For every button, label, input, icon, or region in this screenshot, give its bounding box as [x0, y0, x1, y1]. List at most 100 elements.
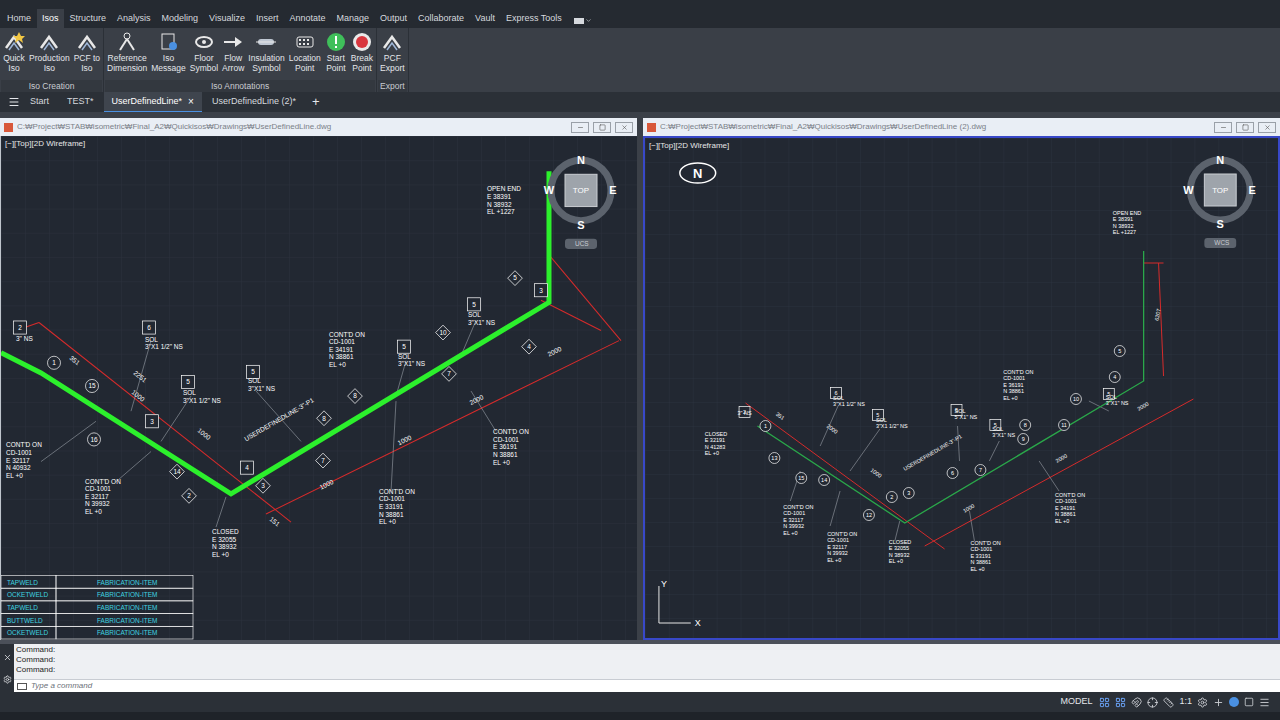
- viewport-window[interactable]: C:₩Project₩STAB₩isometric₩Final_A2₩Quick…: [643, 118, 1280, 640]
- marker[interactable]: 4: [522, 339, 537, 354]
- add-icon[interactable]: [1213, 697, 1224, 708]
- ribbon-button[interactable]: PCF toIso: [72, 31, 102, 73]
- ribbon-tab[interactable]: Home: [2, 9, 36, 29]
- marker[interactable]: 13: [769, 453, 780, 464]
- window-button[interactable]: [1214, 122, 1232, 133]
- ribbon-button[interactable]: IsoMessage: [149, 31, 188, 73]
- ribbon-button[interactable]: FlowArrow: [220, 31, 246, 73]
- file-tab[interactable]: Start: [22, 92, 57, 112]
- view-label[interactable]: [−][Top][2D Wireframe]: [649, 140, 729, 152]
- drawing-canvas[interactable]: 3512251100010002000200010001000151USERDE…: [1, 136, 637, 640]
- marker[interactable]: 8: [1020, 420, 1031, 431]
- ribbon-tab[interactable]: Express Tools: [501, 9, 567, 29]
- ribbon-tab[interactable]: Output: [375, 9, 412, 29]
- marker[interactable]: 14: [819, 475, 830, 486]
- pipe-line[interactable]: [757, 251, 1143, 523]
- file-tab[interactable]: UserDefinedLine*×: [104, 92, 202, 112]
- marker[interactable]: 5: [398, 340, 411, 353]
- marker[interactable]: 15: [796, 473, 807, 484]
- ribbon-button[interactable]: StartPoint: [323, 31, 349, 73]
- menu-icon[interactable]: [8, 96, 20, 108]
- pipe-line[interactable]: [1, 171, 549, 494]
- ribbon-tab[interactable]: Collaborate: [413, 9, 469, 29]
- model-space-button[interactable]: MODEL: [1060, 695, 1092, 709]
- marker[interactable]: 1: [760, 421, 771, 432]
- status-toggle-icon[interactable]: [1147, 697, 1158, 708]
- window-button[interactable]: [571, 122, 589, 133]
- ribbon-tab[interactable]: Insert: [251, 9, 284, 29]
- ribbon-button[interactable]: ProductionIso: [27, 31, 72, 73]
- marker[interactable]: 3: [535, 284, 548, 297]
- ribbon-tab[interactable]: Visualize: [204, 9, 250, 29]
- viewport-title-bar[interactable]: C:₩Project₩STAB₩isometric₩Final_A2₩Quick…: [643, 118, 1280, 136]
- marker[interactable]: 12: [863, 510, 874, 521]
- annotation-scale[interactable]: 1:1: [1179, 695, 1192, 709]
- marker[interactable]: 16: [88, 433, 101, 446]
- marker[interactable]: 6: [947, 468, 958, 479]
- marker[interactable]: 15: [86, 379, 99, 392]
- customize-icon[interactable]: [1259, 697, 1270, 708]
- ribbon-button[interactable]: LocationPoint: [287, 31, 323, 73]
- window-button[interactable]: [1258, 122, 1276, 133]
- marker[interactable]: 5: [182, 375, 195, 388]
- marker[interactable]: 6: [143, 321, 156, 334]
- customize-icon[interactable]: [3, 675, 12, 684]
- marker[interactable]: 7: [316, 453, 331, 468]
- viewport-title-bar[interactable]: C:₩Project₩STAB₩isometric₩Final_A2₩Quick…: [0, 118, 637, 136]
- marker[interactable]: 11: [1059, 420, 1070, 431]
- status-toggle-icon[interactable]: [1115, 697, 1126, 708]
- marker[interactable]: 3: [903, 488, 914, 499]
- ribbon-tab[interactable]: Structure: [65, 9, 112, 29]
- file-tab[interactable]: TEST*: [59, 92, 102, 112]
- marker[interactable]: 4: [241, 461, 254, 474]
- marker[interactable]: 14: [170, 464, 185, 479]
- view-label[interactable]: [−][Top][2D Wireframe]: [5, 138, 85, 150]
- ribbon-tab[interactable]: Vault: [470, 9, 500, 29]
- marker[interactable]: 2: [182, 488, 197, 503]
- marker[interactable]: 10: [436, 325, 451, 340]
- close-tab-button[interactable]: ×: [188, 94, 194, 109]
- ribbon-tab[interactable]: Manage: [332, 9, 375, 29]
- ribbon-button[interactable]: InsulationSymbol: [246, 31, 286, 73]
- marker[interactable]: 8: [317, 411, 332, 426]
- marker[interactable]: 7: [975, 465, 986, 476]
- window-button[interactable]: [1236, 122, 1254, 133]
- panel-toggle[interactable]: [568, 17, 598, 28]
- ribbon-button[interactable]: QuickIso: [1, 31, 27, 73]
- command-grip[interactable]: [0, 644, 14, 692]
- file-tab[interactable]: UserDefinedLine (2)*: [204, 92, 304, 112]
- marker[interactable]: 4: [1109, 372, 1120, 383]
- settings-icon[interactable]: [1197, 697, 1208, 708]
- command-input[interactable]: Type a command: [14, 679, 1280, 692]
- marker[interactable]: 2: [886, 492, 897, 503]
- drawing-canvas[interactable]: 351200010001000200020006207USERDEFINEDLI…: [645, 138, 1278, 638]
- new-tab-button[interactable]: +: [306, 92, 326, 112]
- ribbon-button[interactable]: FloorSymbol: [188, 31, 220, 73]
- close-icon[interactable]: [3, 653, 12, 662]
- ribbon-button[interactable]: BreakPoint: [349, 31, 375, 73]
- status-toggle-icon[interactable]: [1131, 697, 1142, 708]
- marker[interactable]: 2: [14, 321, 27, 334]
- marker[interactable]: 8: [348, 389, 363, 404]
- marker[interactable]: 5: [508, 271, 523, 286]
- marker[interactable]: 5: [1114, 346, 1125, 357]
- viewport-window[interactable]: C:₩Project₩STAB₩isometric₩Final_A2₩Quick…: [0, 118, 637, 640]
- window-button[interactable]: [615, 122, 633, 133]
- ribbon-tab[interactable]: Analysis: [112, 9, 156, 29]
- marker[interactable]: 3: [146, 415, 159, 428]
- marker[interactable]: 7: [442, 366, 457, 381]
- marker[interactable]: 1: [48, 356, 61, 369]
- view-cube[interactable]: TOPNSEWUCS: [544, 154, 617, 249]
- view-cube[interactable]: TOPNSEWWCS: [1183, 154, 1256, 248]
- marker[interactable]: 10: [1070, 394, 1081, 405]
- status-toggle-icon[interactable]: [1099, 697, 1110, 708]
- ribbon-tab[interactable]: Isos: [37, 9, 64, 29]
- ribbon-button[interactable]: ReferenceDimension: [105, 31, 149, 73]
- status-toggle-icon[interactable]: [1163, 697, 1174, 708]
- window-button[interactable]: [593, 122, 611, 133]
- marker[interactable]: 5: [468, 298, 481, 311]
- fullscreen-icon[interactable]: [1244, 697, 1254, 707]
- isolate-icon[interactable]: [1229, 697, 1239, 707]
- marker[interactable]: 9: [1018, 434, 1029, 445]
- marker[interactable]: 3: [256, 478, 271, 493]
